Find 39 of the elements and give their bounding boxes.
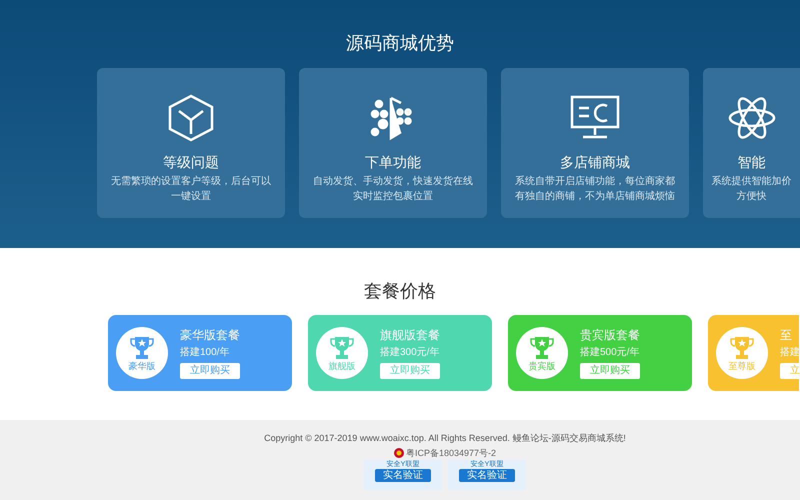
feature-description: 无需繁琐的设置客户等级，后台可以 — [111, 175, 271, 188]
feature-title: 等级问题 — [163, 153, 219, 172]
badge-ribbon: 实名验证 — [459, 469, 515, 482]
badge-ribbon: 实名验证 — [375, 469, 431, 482]
plan-tier-label: 贵宾版 — [528, 360, 556, 372]
buy-button[interactable]: 立 — [780, 362, 800, 378]
plan-name: 贵宾版套餐 — [580, 328, 640, 342]
plan-tier-label: 豪华版 — [128, 360, 156, 372]
emblem-icon — [394, 448, 404, 458]
feature-description: 自动发货、手动发货，快速发货在线 — [313, 175, 473, 188]
icp-link[interactable]: 粤ICP备18034977号-2 — [406, 447, 496, 459]
section-title: 套餐价格 — [364, 280, 436, 302]
feature-description: 一键设置 — [171, 190, 211, 203]
buy-button[interactable]: 立即购买 — [580, 362, 640, 378]
trophy-icon — [730, 334, 754, 360]
trophy-icon — [530, 334, 554, 360]
plan-price: 搭建 — [780, 346, 800, 358]
plan-price: 搭建500元/年 — [580, 346, 640, 358]
feature-description: 方便快 — [736, 190, 766, 203]
buy-button[interactable]: 立即购买 — [180, 362, 240, 378]
plan-name: 至 — [780, 328, 792, 342]
feature-title: 智能 — [738, 153, 766, 172]
copyright-text: Copyright © 2017-2019 www.woaixc.top. All Rights Reserved. 鳗鱼论坛-源码交易商城系统! — [264, 432, 626, 444]
plan-name: 旗舰版套餐 — [380, 328, 440, 342]
buy-button[interactable]: 立即购买 — [380, 362, 440, 378]
feature-description: 实时监控包裹位置 — [353, 190, 433, 203]
section-title: 源码商城优势 — [346, 32, 454, 54]
trophy-icon — [130, 334, 154, 360]
plan-tier-label: 至尊版 — [728, 360, 756, 372]
feature-description: 有独自的商铺，不为单店铺商城烦恼 — [515, 190, 675, 203]
trophy-icon — [330, 334, 354, 360]
plan-price: 搭建100/年 — [180, 346, 230, 358]
feature-description: 系统自带开启店铺功能，每位商家都 — [515, 175, 675, 188]
plan-name: 豪华版套餐 — [180, 328, 240, 342]
feature-title: 下单功能 — [365, 153, 421, 172]
plan-tier-label: 旗舰版 — [328, 360, 356, 372]
plan-price: 搭建300元/年 — [380, 346, 440, 358]
feature-title: 多店铺商城 — [560, 153, 630, 172]
feature-description: 系统提供智能加价 — [712, 175, 792, 188]
